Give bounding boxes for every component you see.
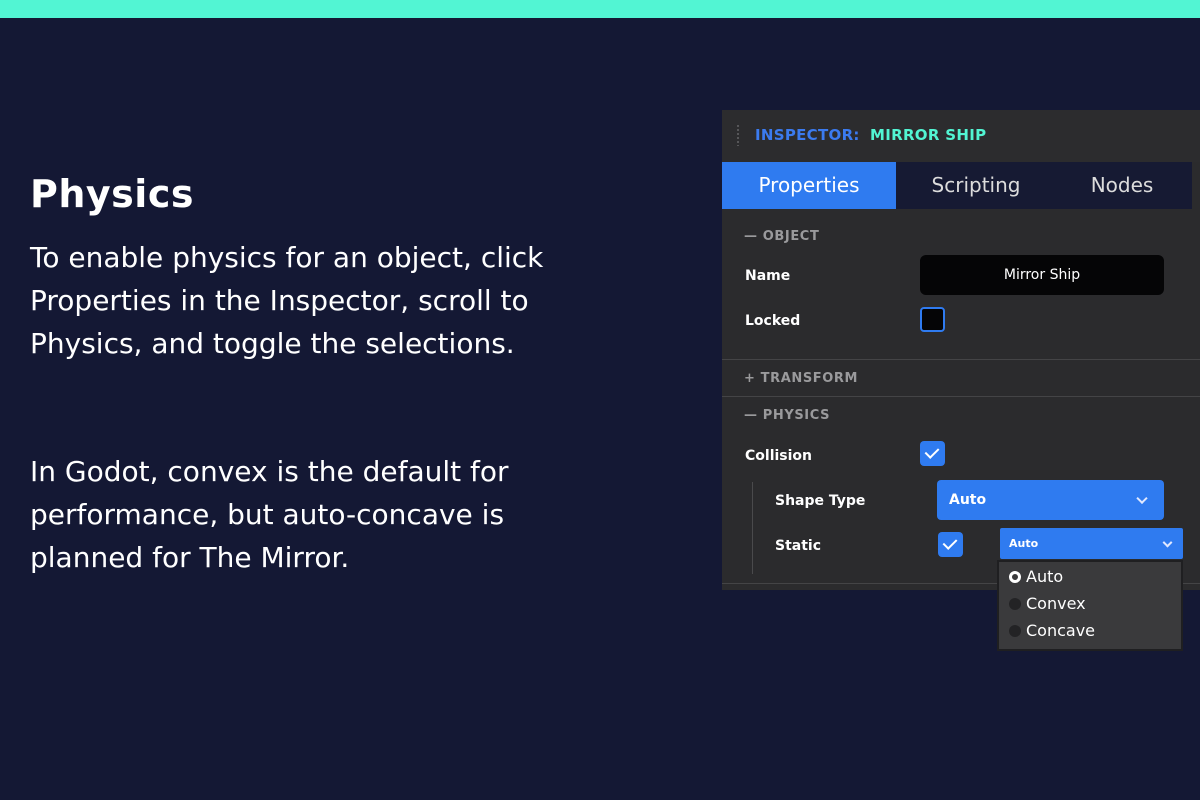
slide-paragraph-godot-note: In Godot, convex is the default for perf… [30, 455, 509, 574]
top-accent-bar [0, 0, 1200, 18]
inspector-panel: INSPECTOR: MIRROR SHIP Properties Script… [722, 110, 1200, 590]
option-label: Auto [1026, 567, 1064, 586]
inspector-label: INSPECTOR: [755, 126, 860, 144]
dropdown-option-auto[interactable]: Auto [1009, 566, 1063, 588]
option-label: Concave [1026, 621, 1096, 640]
dropdown-option-concave[interactable]: Concave [1009, 620, 1095, 642]
static-checkbox[interactable] [938, 532, 963, 557]
tab-nodes[interactable]: Nodes [1052, 162, 1192, 209]
option-label: Convex [1026, 594, 1086, 613]
static-dropdown-value: Auto [1009, 537, 1039, 550]
section-physics-toggle[interactable]: — PHYSICS [744, 408, 830, 423]
radio-selected-icon [1009, 570, 1021, 583]
radio-icon [1009, 624, 1021, 637]
shape-type-dropdown[interactable]: Auto [937, 480, 1164, 520]
static-dropdown-menu: Auto Convex Concave [997, 560, 1183, 651]
locked-label: Locked [745, 313, 801, 329]
shape-type-label: Shape Type [775, 493, 866, 509]
divider [722, 396, 1200, 397]
static-label: Static [775, 538, 822, 554]
divider [722, 359, 1200, 360]
inspector-tabs: Properties Scripting Nodes [722, 162, 1192, 209]
chevron-down-icon [1136, 492, 1148, 505]
shape-type-value: Auto [949, 492, 987, 508]
collision-label: Collision [745, 448, 813, 464]
radio-icon [1009, 597, 1021, 610]
tab-properties[interactable]: Properties [722, 162, 896, 209]
static-dropdown[interactable]: Auto [1000, 528, 1183, 559]
indent-guide [752, 482, 753, 574]
name-input[interactable]: Mirror Ship [920, 255, 1164, 295]
tab-scripting[interactable]: Scripting [902, 162, 1050, 209]
chevron-down-icon [1162, 537, 1173, 548]
slide-title: Physics [30, 172, 194, 216]
drag-handle-icon[interactable] [736, 124, 741, 146]
name-label: Name [745, 268, 791, 284]
inspector-object-name: MIRROR SHIP [870, 126, 987, 144]
dropdown-option-convex[interactable]: Convex [1009, 593, 1086, 615]
section-transform-toggle[interactable]: + TRANSFORM [744, 371, 858, 386]
inspector-header: INSPECTOR: MIRROR SHIP [722, 110, 1200, 162]
slide-paragraph-instructions: To enable physics for an object, click P… [30, 241, 544, 360]
locked-checkbox[interactable] [920, 307, 945, 332]
section-object-toggle[interactable]: — OBJECT [744, 229, 819, 244]
collision-checkbox[interactable] [920, 441, 945, 466]
